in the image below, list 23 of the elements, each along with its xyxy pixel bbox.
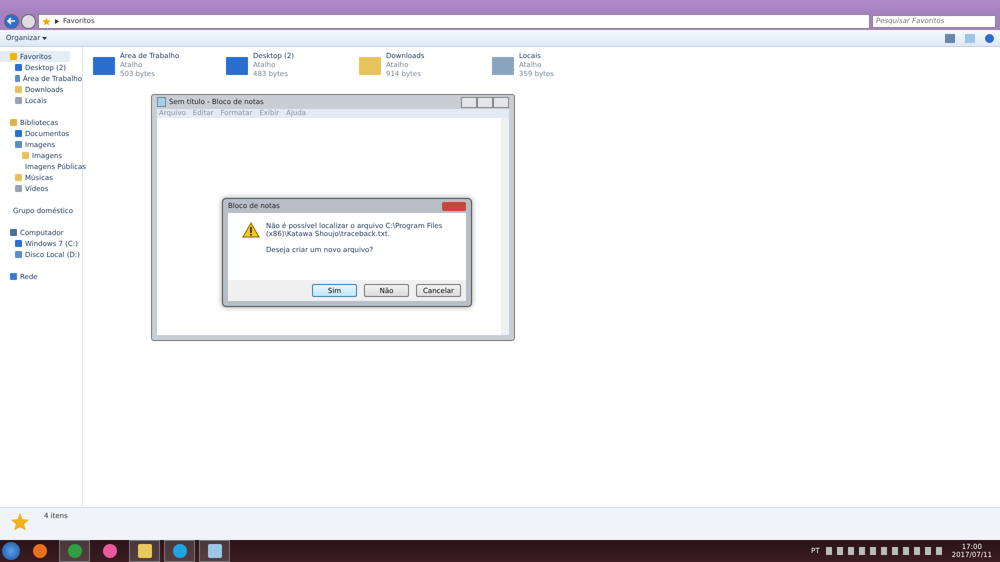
star-icon [42, 16, 51, 26]
taskbar-app-button[interactable] [129, 540, 160, 562]
chevron-icon [55, 18, 59, 24]
close-button[interactable] [493, 96, 509, 108]
view-options-icon[interactable] [945, 34, 955, 42]
caret-icon [42, 37, 48, 40]
folder-icon [22, 152, 29, 159]
star-icon [10, 512, 30, 532]
notepad-icon [157, 97, 166, 107]
sidebar-icon [10, 273, 17, 280]
back-button[interactable] [4, 14, 19, 28]
arrow-icon [6, 15, 18, 27]
taskbar-app-button[interactable] [164, 540, 195, 562]
warning-icon [242, 222, 260, 238]
forward-button[interactable] [21, 14, 36, 28]
taskbar-app-button[interactable] [199, 540, 230, 562]
close-button[interactable] [442, 202, 466, 210]
scrollbar[interactable] [501, 118, 509, 335]
maximize-button[interactable] [477, 96, 493, 108]
start-button[interactable] [2, 542, 20, 560]
help-icon[interactable] [985, 34, 994, 42]
minimize-button[interactable] [461, 96, 477, 108]
taskbar-app-button[interactable] [59, 540, 90, 562]
